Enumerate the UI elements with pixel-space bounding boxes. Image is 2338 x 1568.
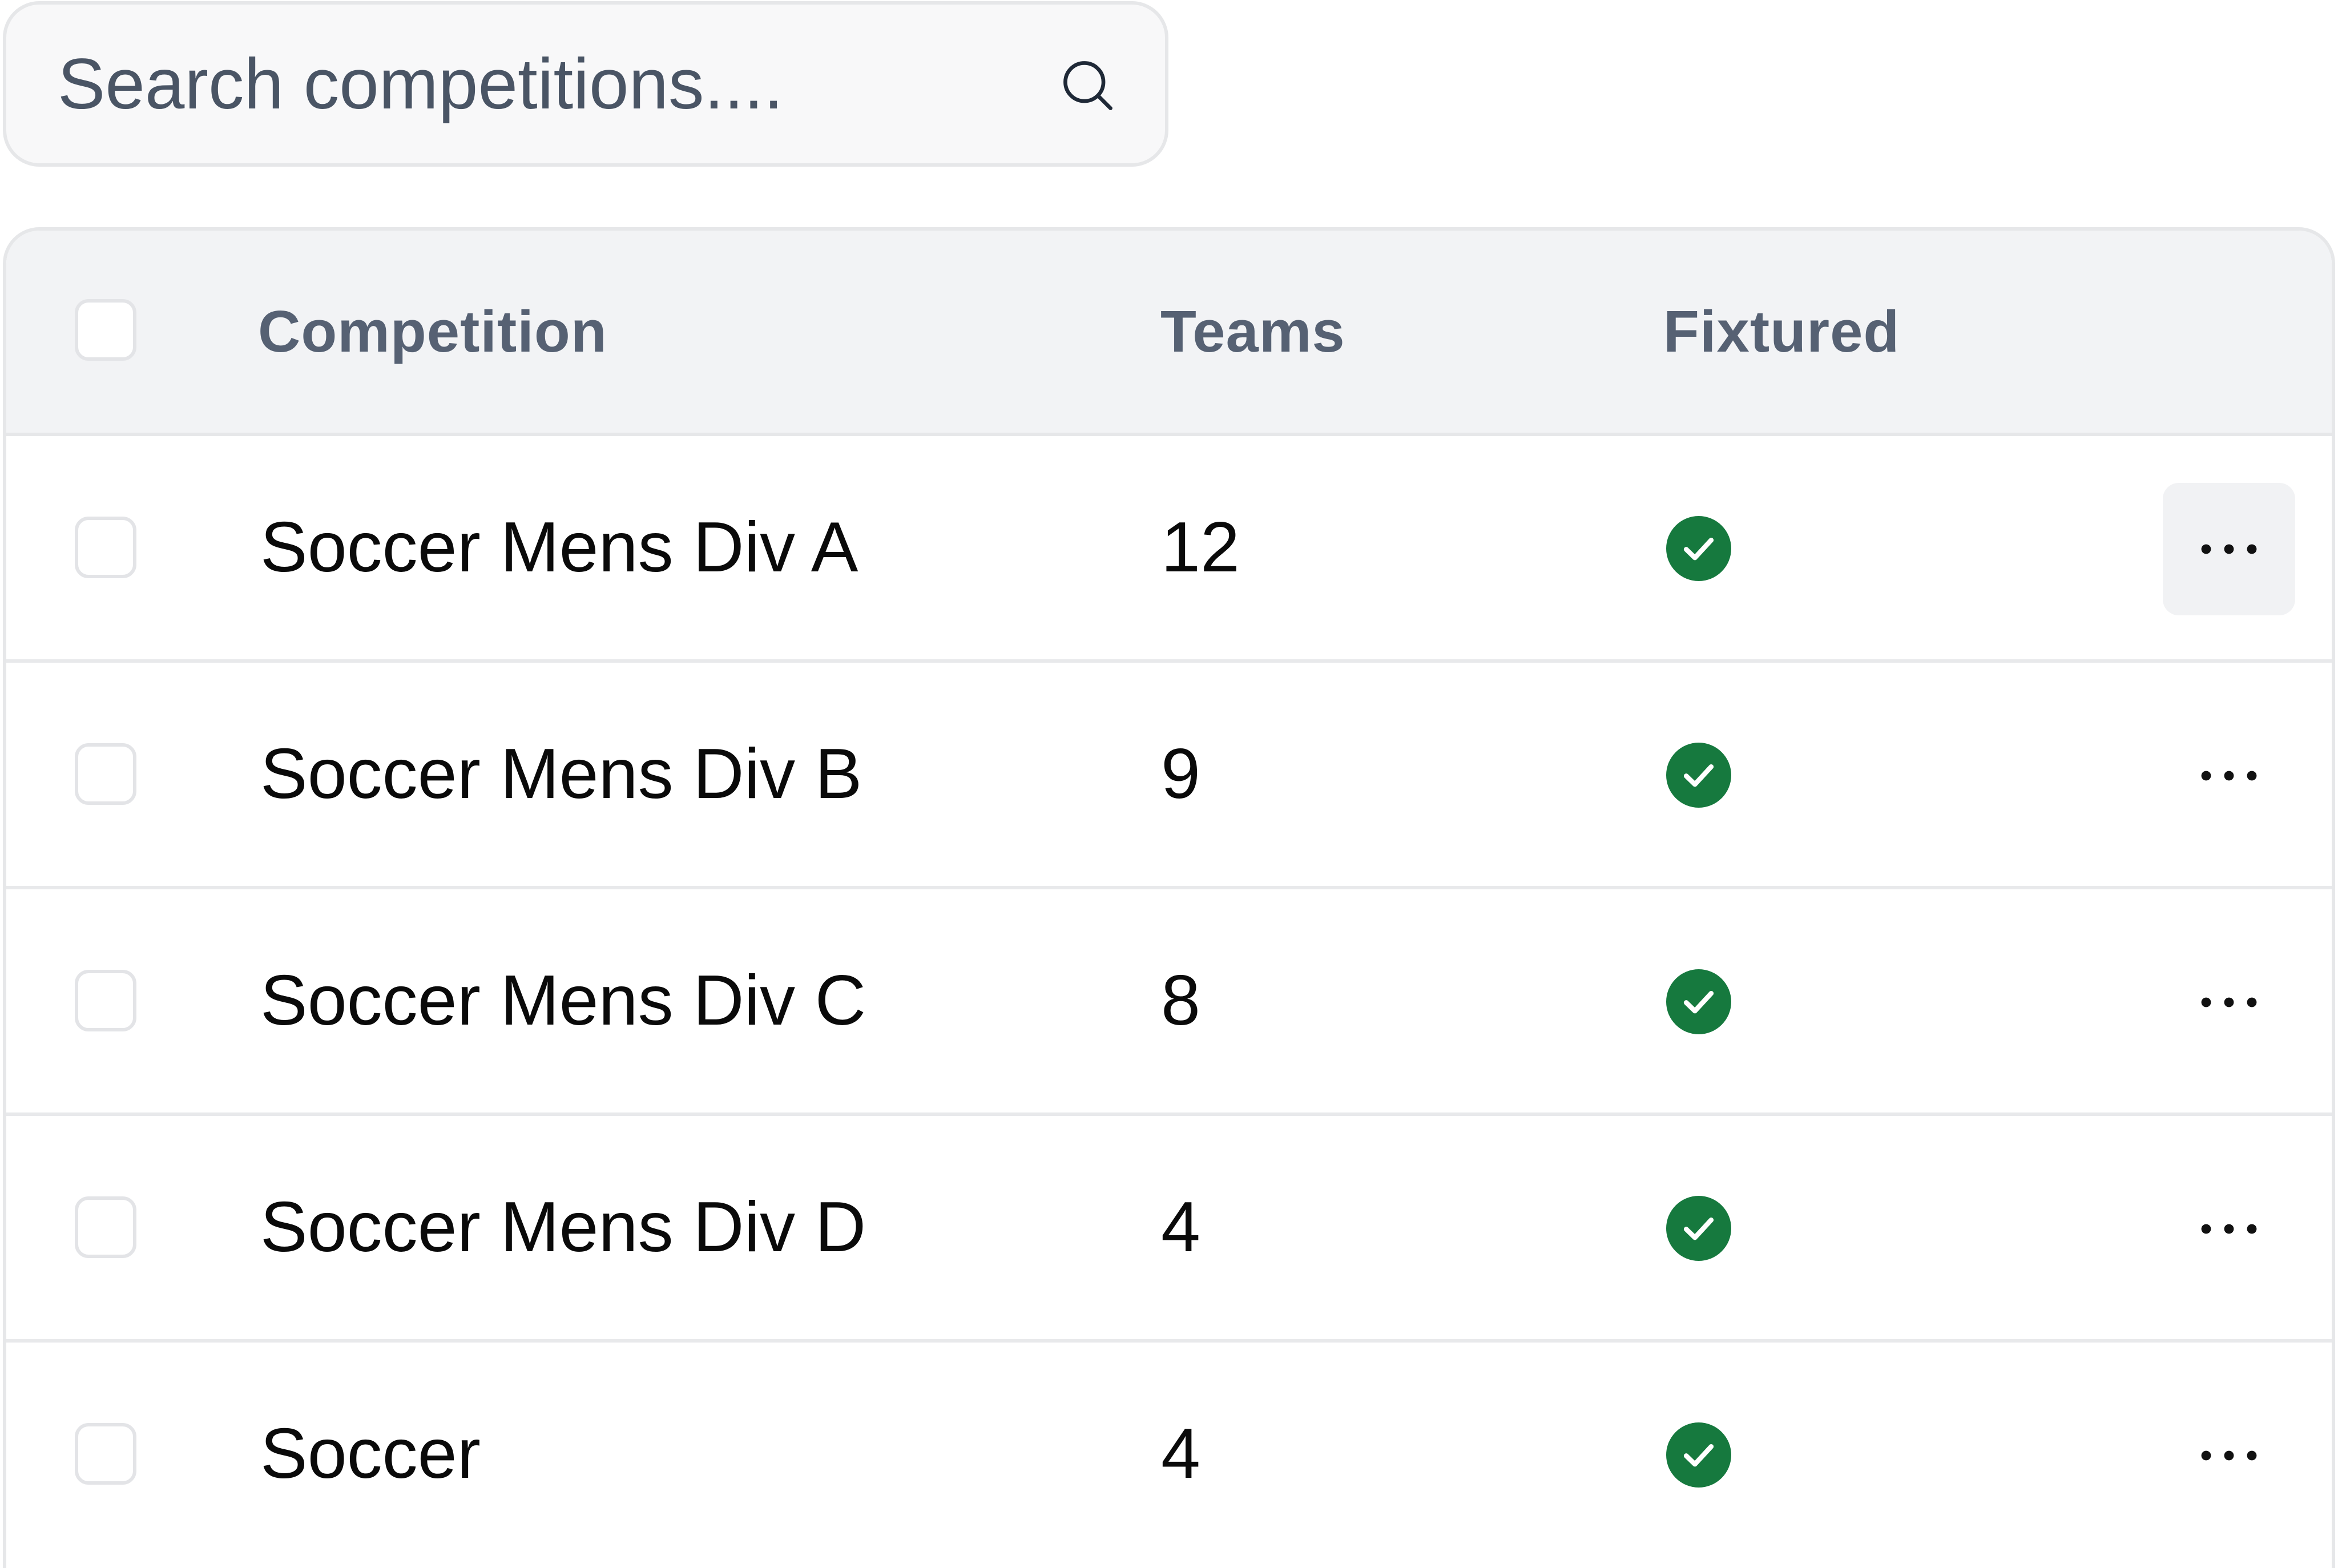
more-horizontal-icon bbox=[2201, 771, 2257, 781]
row-checkbox[interactable] bbox=[75, 1423, 136, 1485]
row-checkbox[interactable] bbox=[75, 743, 136, 805]
table-row[interactable]: Soccer Mens Div D 4 bbox=[6, 1116, 2332, 1343]
teams-count: 4 bbox=[1161, 1414, 1200, 1493]
search-input[interactable] bbox=[58, 5, 1028, 163]
competition-name: Soccer Mens Div A bbox=[260, 508, 858, 587]
table-header: Competition Teams Fixtured bbox=[6, 231, 2332, 436]
column-header-fixtured[interactable]: Fixtured bbox=[1663, 231, 1900, 433]
teams-count: 8 bbox=[1161, 961, 1200, 1040]
row-checkbox[interactable] bbox=[75, 970, 136, 1031]
row-checkbox[interactable] bbox=[75, 1196, 136, 1258]
check-circle-icon bbox=[1666, 969, 1731, 1034]
search-box bbox=[3, 1, 1168, 167]
table-row[interactable]: Soccer Mens Div C 8 bbox=[6, 889, 2332, 1116]
column-header-teams[interactable]: Teams bbox=[1160, 231, 1345, 433]
more-horizontal-icon bbox=[2201, 1450, 2257, 1461]
teams-count: 12 bbox=[1161, 508, 1240, 587]
more-horizontal-icon bbox=[2201, 1224, 2257, 1234]
select-all-checkbox[interactable] bbox=[75, 299, 136, 361]
row-actions-button[interactable] bbox=[2163, 483, 2295, 615]
check-circle-icon bbox=[1666, 743, 1731, 808]
table-row[interactable]: Soccer Mens Div B 9 bbox=[6, 663, 2332, 889]
row-actions-button[interactable] bbox=[2163, 936, 2295, 1069]
competition-name: Soccer Mens Div C bbox=[260, 961, 866, 1040]
row-checkbox[interactable] bbox=[75, 517, 136, 578]
table-row[interactable]: Soccer 4 bbox=[6, 1343, 2332, 1566]
check-circle-icon bbox=[1666, 516, 1731, 581]
table-row[interactable]: Soccer Mens Div A 12 bbox=[6, 436, 2332, 663]
more-horizontal-icon bbox=[2201, 997, 2257, 1007]
check-circle-icon bbox=[1666, 1422, 1731, 1488]
competition-name: Soccer Mens Div D bbox=[260, 1188, 866, 1267]
teams-count: 9 bbox=[1161, 735, 1200, 813]
column-header-competition[interactable]: Competition bbox=[258, 231, 607, 433]
competition-name: Soccer bbox=[260, 1414, 481, 1493]
competitions-table: Competition Teams Fixtured Soccer Mens D… bbox=[3, 227, 2335, 1568]
row-actions-button[interactable] bbox=[2163, 1163, 2295, 1295]
competition-name: Soccer Mens Div B bbox=[260, 735, 862, 813]
search-icon[interactable] bbox=[1059, 57, 1116, 114]
check-circle-icon bbox=[1666, 1196, 1731, 1261]
teams-count: 4 bbox=[1161, 1188, 1200, 1267]
row-actions-button[interactable] bbox=[2163, 710, 2295, 842]
row-actions-button[interactable] bbox=[2163, 1389, 2295, 1522]
more-horizontal-icon bbox=[2201, 544, 2257, 554]
